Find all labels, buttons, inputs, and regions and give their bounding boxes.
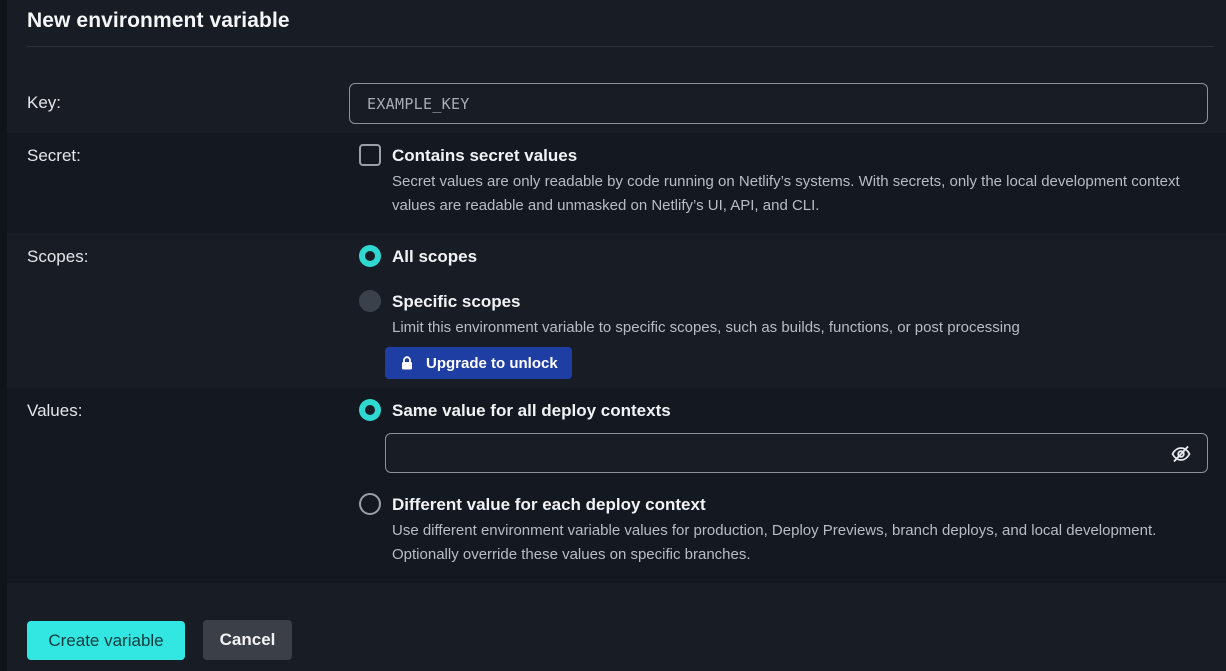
different-value-label[interactable]: Different value for each deploy context xyxy=(392,495,706,515)
specific-scopes-description: Limit this environment variable to speci… xyxy=(392,319,1020,336)
page-title: New environment variable xyxy=(27,9,290,32)
secret-label: Secret: xyxy=(27,146,81,165)
same-value-label[interactable]: Same value for all deploy contexts xyxy=(392,401,671,421)
secret-checkbox-label[interactable]: Contains secret values xyxy=(392,146,577,166)
title-divider xyxy=(27,46,1214,47)
key-input[interactable]: EXAMPLE_KEY xyxy=(349,83,1208,124)
create-variable-button[interactable]: Create variable xyxy=(27,621,185,660)
different-value-description: Use different environment variable value… xyxy=(392,522,1157,563)
key-placeholder: EXAMPLE_KEY xyxy=(367,94,470,113)
upgrade-label: Upgrade to unlock xyxy=(426,354,558,372)
radio-different-value[interactable] xyxy=(359,493,381,515)
scopes-label: Scopes: xyxy=(27,247,89,266)
lock-icon xyxy=(402,356,412,370)
radio-same-value[interactable] xyxy=(359,399,381,421)
secret-description: Secret values are only readable by code … xyxy=(392,173,1180,214)
value-input[interactable] xyxy=(385,433,1208,473)
eye-off-icon[interactable] xyxy=(1171,444,1191,464)
specific-scopes-label[interactable]: Specific scopes xyxy=(392,292,521,312)
key-label: Key: xyxy=(27,93,62,112)
radio-all-scopes[interactable] xyxy=(359,245,381,267)
upgrade-to-unlock-button[interactable]: Upgrade to unlock xyxy=(385,347,572,379)
secret-checkbox[interactable] xyxy=(359,144,381,166)
values-label: Values: xyxy=(27,401,83,420)
radio-specific-scopes[interactable] xyxy=(359,290,381,312)
all-scopes-label[interactable]: All scopes xyxy=(392,247,477,267)
cancel-button[interactable]: Cancel xyxy=(203,620,292,660)
